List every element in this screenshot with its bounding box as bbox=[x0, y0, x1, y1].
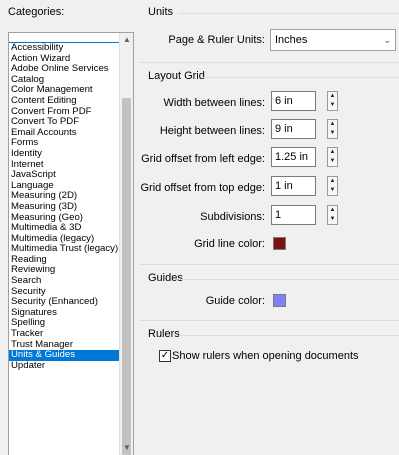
offset-top-spinner[interactable]: ▲ ▼ bbox=[327, 176, 338, 196]
units-section-title: Units bbox=[148, 6, 174, 18]
subdivisions-input[interactable]: 1 bbox=[271, 205, 316, 225]
category-item[interactable]: Updater bbox=[9, 360, 119, 372]
checkmark-icon: ✓ bbox=[160, 350, 170, 361]
scroll-down-icon[interactable]: ▼ bbox=[120, 441, 133, 455]
category-item[interactable]: Accessibility bbox=[9, 42, 119, 54]
categories-list[interactable]: Accessibility Action Wizard Adobe Online S… bbox=[8, 32, 134, 455]
page-ruler-units-label: Page & Ruler Units: bbox=[168, 34, 265, 46]
width-spinner[interactable]: ▲ ▼ bbox=[327, 91, 338, 111]
subdivisions-label: Subdivisions: bbox=[200, 211, 265, 223]
guides-top-divider bbox=[140, 264, 399, 265]
guide-color-swatch[interactable] bbox=[273, 294, 286, 307]
layout-grid-section-title: Layout Grid bbox=[148, 70, 205, 82]
height-spinner[interactable]: ▲ ▼ bbox=[327, 119, 338, 139]
spin-up-icon[interactable]: ▲ bbox=[328, 206, 337, 215]
rulers-section-title: Rulers bbox=[148, 328, 180, 340]
spin-down-icon[interactable]: ▼ bbox=[328, 157, 337, 166]
spin-up-icon[interactable]: ▲ bbox=[328, 92, 337, 101]
layout-grid-top-divider bbox=[140, 62, 399, 63]
spin-down-icon[interactable]: ▼ bbox=[328, 215, 337, 224]
page-ruler-units-value: Inches bbox=[275, 34, 308, 46]
spin-up-icon[interactable]: ▲ bbox=[328, 177, 337, 186]
subdivisions-spinner[interactable]: ▲ ▼ bbox=[327, 205, 338, 225]
scroll-thumb[interactable] bbox=[122, 98, 131, 455]
offset-left-spinner[interactable]: ▲ ▼ bbox=[327, 147, 338, 167]
grid-offset-left-label: Grid offset from left edge: bbox=[141, 153, 265, 165]
rulers-divider bbox=[179, 335, 399, 336]
spin-down-icon[interactable]: ▼ bbox=[328, 101, 337, 110]
rulers-top-divider bbox=[140, 320, 399, 321]
category-item[interactable]: Identity bbox=[9, 148, 119, 160]
grid-offset-top-input[interactable]: 1 in bbox=[271, 176, 316, 196]
guides-divider bbox=[180, 279, 399, 280]
width-between-lines-label: Width between lines: bbox=[163, 97, 266, 109]
category-item[interactable]: Measuring (3D) bbox=[9, 201, 119, 213]
categories-items: Accessibility Action Wizard Adobe Online S… bbox=[9, 33, 119, 371]
height-between-lines-label: Height between lines: bbox=[159, 125, 265, 137]
width-between-lines-input[interactable]: 6 in bbox=[271, 91, 316, 111]
spin-up-icon[interactable]: ▲ bbox=[328, 120, 337, 129]
grid-line-color-swatch[interactable] bbox=[273, 237, 286, 250]
guide-color-label: Guide color: bbox=[205, 295, 265, 307]
spin-down-icon[interactable]: ▼ bbox=[328, 186, 337, 195]
layout-grid-divider bbox=[203, 77, 399, 78]
page-ruler-units-select[interactable]: Inches ⌄ bbox=[270, 29, 396, 51]
guides-section-title: Guides bbox=[148, 272, 183, 284]
grid-offset-left-input[interactable]: 1.25 in bbox=[271, 147, 316, 167]
category-item[interactable]: Content Editing bbox=[9, 95, 119, 107]
categories-label: Categories: bbox=[8, 6, 65, 18]
grid-line-color-label: Grid line color: bbox=[194, 238, 265, 250]
height-between-lines-input[interactable]: 9 in bbox=[271, 119, 316, 139]
show-rulers-checkbox[interactable]: ✓ bbox=[159, 350, 171, 362]
units-divider bbox=[178, 13, 399, 14]
spin-up-icon[interactable]: ▲ bbox=[328, 148, 337, 157]
show-rulers-label[interactable]: Show rulers when opening documents bbox=[172, 350, 359, 362]
grid-offset-top-label: Grid offset from top edge: bbox=[140, 182, 265, 194]
chevron-down-icon: ⌄ bbox=[383, 35, 391, 45]
spin-down-icon[interactable]: ▼ bbox=[328, 129, 337, 138]
